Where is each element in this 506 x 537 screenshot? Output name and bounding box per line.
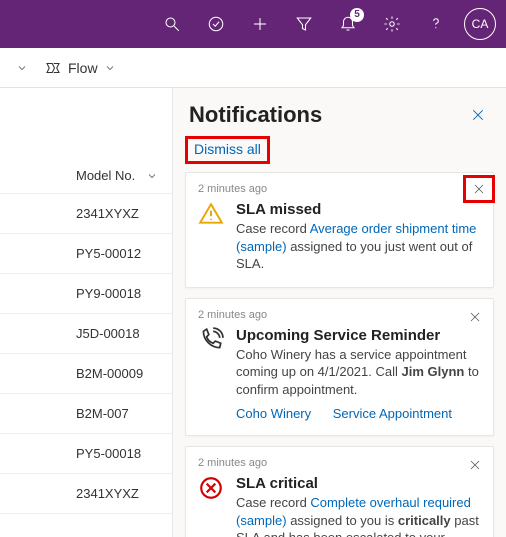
table-row[interactable]: B2M-00009 <box>0 354 172 394</box>
add-button[interactable] <box>240 4 280 44</box>
card-title: SLA missed <box>236 201 481 218</box>
chevron-down-icon <box>104 62 116 74</box>
card-description: Case record Average order shipment time … <box>236 220 481 273</box>
table-row[interactable]: PY5-00018 <box>0 434 172 474</box>
task-button[interactable] <box>196 4 236 44</box>
chevron-down-icon <box>16 62 28 74</box>
card-close-button[interactable] <box>465 455 485 475</box>
column-header-label: Model No. <box>76 168 135 183</box>
card-close-button[interactable] <box>465 307 485 327</box>
cell-value: 2341XYXZ <box>76 206 139 221</box>
table-row[interactable]: B2M-007 <box>0 394 172 434</box>
notification-card-service-reminder: 2 minutes ago Upcoming Service Reminder … <box>185 298 494 437</box>
grid-column: Model No. 2341XYXZ PY5-00012 PY9-00018 J… <box>0 88 172 537</box>
card-close-button[interactable] <box>463 175 495 203</box>
main-area: Model No. 2341XYXZ PY5-00012 PY9-00018 J… <box>0 88 506 537</box>
gear-icon <box>383 15 401 33</box>
panel-header: Notifications <box>185 88 494 132</box>
dismiss-all-link[interactable]: Dismiss all <box>194 141 261 157</box>
command-bar: Flow <box>0 48 506 88</box>
card-description: Case record Complete overhaul required (… <box>236 494 481 537</box>
task-check-icon <box>207 15 225 33</box>
table-row[interactable]: 2341XYXZ <box>0 474 172 514</box>
cell-value: J5D-00018 <box>76 326 140 341</box>
dismiss-all-highlight: Dismiss all <box>185 136 270 164</box>
flow-icon <box>44 59 62 77</box>
card-title: Upcoming Service Reminder <box>236 327 481 344</box>
avatar-initials: CA <box>472 17 489 31</box>
search-button[interactable] <box>152 4 192 44</box>
flow-label: Flow <box>68 60 98 76</box>
column-header-model-no[interactable]: Model No. <box>0 158 172 194</box>
close-icon <box>469 459 481 471</box>
cell-value: PY5-00012 <box>76 246 141 261</box>
notifications-panel: Notifications Dismiss all 2 minutes ago … <box>172 88 506 537</box>
chevron-down-icon <box>146 170 158 182</box>
settings-button[interactable] <box>372 4 412 44</box>
question-icon <box>427 15 445 33</box>
cell-value: PY9-00018 <box>76 286 141 301</box>
card-title: SLA critical <box>236 475 481 492</box>
flow-button[interactable]: Flow <box>44 59 116 77</box>
table-row[interactable]: PY9-00018 <box>0 274 172 314</box>
table-row[interactable]: J5D-00018 <box>0 314 172 354</box>
notification-badge: 5 <box>350 8 364 22</box>
card-action-links: Coho Winery Service Appointment <box>236 406 481 421</box>
cell-value: PY5-00018 <box>76 446 141 461</box>
cell-value: B2M-00009 <box>76 366 143 381</box>
warning-icon <box>198 201 226 273</box>
app-top-bar: 5 CA <box>0 0 506 48</box>
contact-name: Jim Glynn <box>402 364 465 379</box>
card-timestamp: 2 minutes ago <box>198 457 481 469</box>
close-icon <box>469 311 481 323</box>
close-icon <box>473 183 485 195</box>
notification-card-sla-critical: 2 minutes ago SLA critical Case record C… <box>185 446 494 537</box>
card-timestamp: 2 minutes ago <box>198 309 481 321</box>
service-appointment-link[interactable]: Service Appointment <box>333 406 452 421</box>
table-row[interactable]: PY5-00012 <box>0 234 172 274</box>
search-icon <box>163 15 181 33</box>
help-button[interactable] <box>416 4 456 44</box>
table-row[interactable]: 2341XYXZ <box>0 194 172 234</box>
card-timestamp: 2 minutes ago <box>198 183 481 195</box>
panel-close-button[interactable] <box>466 103 490 127</box>
cell-value: B2M-007 <box>76 406 129 421</box>
card-description: Coho Winery has a service appointment co… <box>236 346 481 399</box>
panel-title: Notifications <box>189 102 322 128</box>
notification-card-sla-missed: 2 minutes ago SLA missed Case record Ave… <box>185 172 494 288</box>
phone-icon <box>198 327 226 422</box>
notifications-button[interactable]: 5 <box>328 4 368 44</box>
critical-icon <box>198 475 226 537</box>
coho-winery-link[interactable]: Coho Winery <box>236 406 311 421</box>
user-avatar[interactable]: CA <box>464 8 496 40</box>
funnel-icon <box>295 15 313 33</box>
plus-icon <box>251 15 269 33</box>
filter-button[interactable] <box>284 4 324 44</box>
cell-value: 2341XYXZ <box>76 486 139 501</box>
close-icon <box>471 108 485 122</box>
back-dropdown[interactable] <box>10 56 34 80</box>
